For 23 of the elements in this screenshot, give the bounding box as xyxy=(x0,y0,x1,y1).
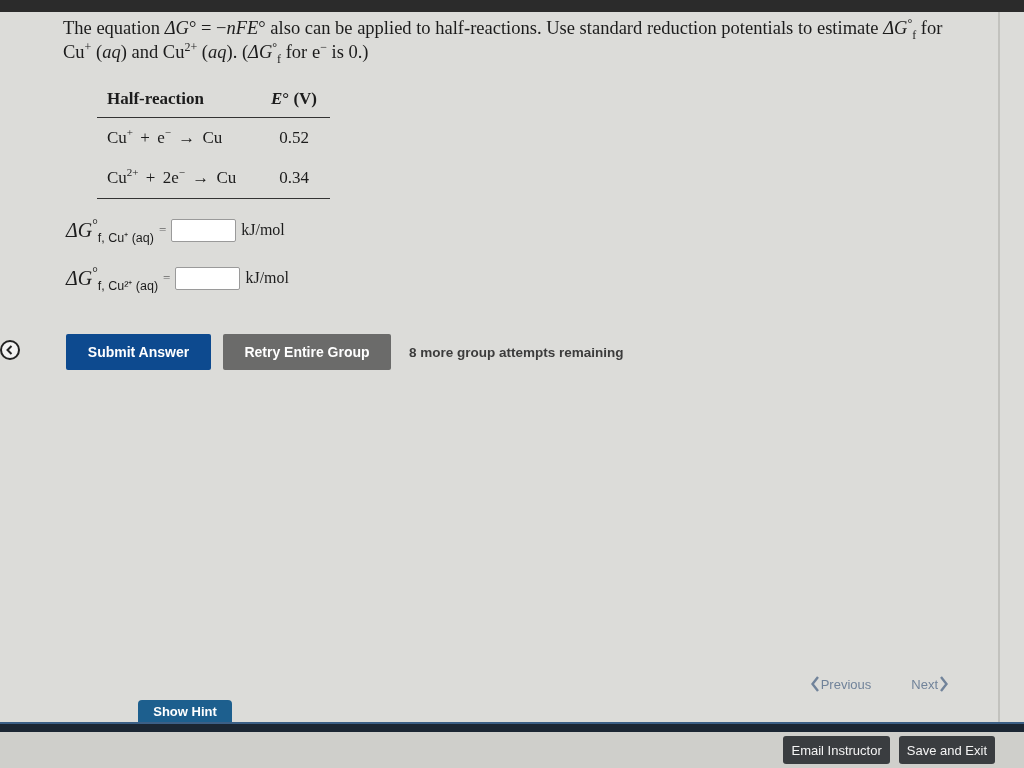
chevron-left-icon xyxy=(0,340,20,360)
collapse-button[interactable] xyxy=(0,340,20,360)
save-exit-button[interactable]: Save and Exit xyxy=(898,736,995,764)
table-cell: Cu$^{+}$ + e$^{−}$ → Cu xyxy=(97,117,258,158)
submit-button[interactable]: Submit Answer xyxy=(66,334,211,370)
table-cell: Cu$^{2+}$ + 2e$^{−}$ → Cu xyxy=(97,158,258,199)
unit-label: kJ/mol xyxy=(245,269,289,287)
chevron-left-icon xyxy=(810,676,819,692)
column-header: E° (V) xyxy=(258,81,330,118)
unit-label: kJ/mol xyxy=(241,221,285,239)
chevron-right-icon xyxy=(940,676,948,692)
show-hint-button[interactable]: Show Hint xyxy=(138,700,232,722)
answer-field[interactable] xyxy=(175,266,241,290)
question-text: The equation ΔG° = −nFE° also can be applied to half-reactions. Use standard reduction potentials to estimate ΔG$^{°}$$_{f}$ for Cu$^{+}$ (aq) and Cu$^{2+}$ (aq). (ΔG$^{°}$$_{f}$ for e$^{−}$ is 0.) xyxy=(63,16,943,64)
equals-sign: = xyxy=(158,222,167,238)
email-button[interactable]: Email Instructor xyxy=(783,736,890,764)
equals-sign: = xyxy=(163,270,171,286)
table-cell: 0.34 xyxy=(258,158,330,199)
answer-field[interactable] xyxy=(171,218,237,242)
attempts-text: 8 more group attempts remaining xyxy=(409,344,624,360)
column-header: Half-reaction xyxy=(97,81,258,118)
retry-button[interactable]: Retry Entire Group xyxy=(223,334,391,370)
table-cell: 0.52 xyxy=(258,117,330,158)
